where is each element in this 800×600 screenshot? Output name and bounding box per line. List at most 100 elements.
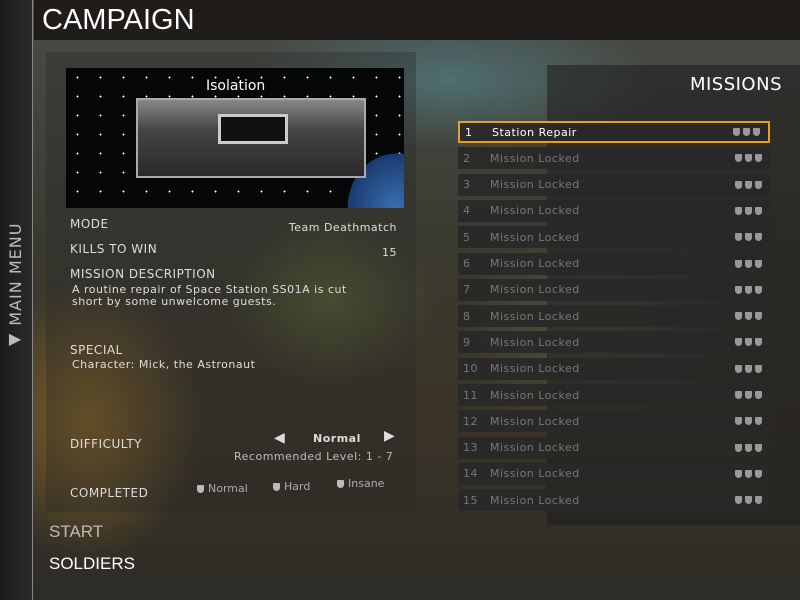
shield-icon <box>745 417 752 426</box>
shield-icon <box>745 206 752 215</box>
mission-number: 8 <box>463 309 471 323</box>
mission-item[interactable]: 14 Mission Locked <box>458 462 770 485</box>
shield-icon <box>755 469 762 478</box>
shield-icon <box>755 180 762 189</box>
shield-icon <box>755 259 762 268</box>
shield-icon <box>745 496 752 505</box>
shield-icon <box>755 364 762 373</box>
missions-title: MISSIONS <box>689 74 782 95</box>
difficulty-value: Normal <box>313 432 361 445</box>
mission-name: Mission Locked <box>490 467 580 481</box>
difficulty-shields <box>735 469 770 478</box>
difficulty-shields <box>735 154 770 163</box>
shield-icon <box>745 364 752 373</box>
mission-item[interactable]: 5 Mission Locked <box>458 226 770 249</box>
kills-value: 15 <box>382 246 397 259</box>
difficulty-shields <box>735 338 770 347</box>
mission-name: Mission Locked <box>490 151 580 165</box>
shield-icon <box>745 391 752 399</box>
mission-item[interactable]: 4 Mission Locked <box>458 199 770 222</box>
mission-name: Mission Locked <box>490 388 580 402</box>
mission-item[interactable]: 7 Mission Locked <box>458 278 770 301</box>
mission-name: Mission Locked <box>490 178 580 192</box>
completed-hard: Hard <box>273 480 310 493</box>
mission-item[interactable]: 12 Mission Locked <box>458 410 770 433</box>
description-label: MISSION DESCRIPTION <box>70 267 216 281</box>
start-button[interactable]: START <box>49 522 103 542</box>
shield-icon <box>735 338 742 347</box>
shield-icon <box>745 233 752 242</box>
main-menu-sidebar[interactable]: ▶ MAIN MENU <box>0 0 33 600</box>
mission-item[interactable]: 1 Station Repair <box>458 121 770 143</box>
shield-icon <box>273 482 280 491</box>
shield-icon <box>735 180 742 189</box>
shield-icon <box>755 206 762 215</box>
mission-number: 9 <box>463 335 471 349</box>
shield-icon <box>745 312 752 321</box>
mission-number: 5 <box>463 230 471 244</box>
special-value: Character: Mick, the Astronaut <box>72 358 256 371</box>
mission-number: 14 <box>463 467 478 481</box>
mission-item[interactable]: 2 Mission Locked <box>458 147 770 170</box>
header-bar: CAMPAIGN <box>34 0 800 40</box>
completed-label: COMPLETED <box>70 486 149 500</box>
mission-name: Mission Locked <box>490 441 580 455</box>
difficulty-next-arrow-icon[interactable]: ▶ <box>384 428 395 444</box>
mission-number: 12 <box>463 414 478 428</box>
shield-icon <box>745 443 752 452</box>
completed-insane: Insane <box>337 477 384 490</box>
difficulty-shields <box>735 496 770 505</box>
mission-name: Mission Locked <box>490 493 580 507</box>
mission-item[interactable]: 9 Mission Locked <box>458 331 770 354</box>
shield-icon <box>735 312 742 321</box>
difficulty-shields <box>735 259 770 268</box>
shield-icon <box>755 312 762 321</box>
difficulty-shields <box>733 128 768 136</box>
shield-icon <box>735 417 742 426</box>
mission-item[interactable]: 15 Mission Locked <box>458 489 770 512</box>
difficulty-shields <box>735 206 770 215</box>
main-menu-button[interactable]: ▶ MAIN MENU <box>6 223 25 348</box>
shield-icon <box>735 154 742 163</box>
difficulty-shields <box>735 312 770 321</box>
mission-name: Mission Locked <box>490 204 580 218</box>
kills-label: KILLS TO WIN <box>70 242 158 256</box>
soldiers-button[interactable]: SOLDIERS <box>49 554 135 574</box>
shield-icon <box>197 484 204 493</box>
shield-icon <box>745 285 752 294</box>
shield-icon <box>755 443 762 452</box>
shield-icon <box>755 285 762 294</box>
shield-icon <box>755 233 762 242</box>
mission-item[interactable]: 13 Mission Locked <box>458 436 770 459</box>
mission-item[interactable]: 11 Mission Locked <box>458 384 770 406</box>
mission-name: Mission Locked <box>490 283 580 297</box>
mission-number: 11 <box>463 388 478 402</box>
mission-name: Mission Locked <box>490 362 580 376</box>
shield-icon <box>753 128 760 136</box>
mission-number: 3 <box>463 178 471 192</box>
completed-normal: Normal <box>197 482 248 495</box>
difficulty-shields <box>735 391 770 399</box>
shield-icon <box>735 285 742 294</box>
mission-name: Mission Locked <box>490 335 580 349</box>
mission-item[interactable]: 3 Mission Locked <box>458 173 770 196</box>
recommended-level: Recommended Level: 1 - 7 <box>234 450 394 463</box>
difficulty-prev-arrow-icon[interactable]: ◀ <box>274 430 285 446</box>
difficulty-shields <box>735 285 770 294</box>
mission-item[interactable]: 10 Mission Locked <box>458 357 770 380</box>
mission-name: Mission Locked <box>490 230 580 244</box>
shield-icon <box>735 391 742 399</box>
mission-item[interactable]: 8 Mission Locked <box>458 305 770 328</box>
mission-number: 6 <box>463 257 471 270</box>
difficulty-shields <box>735 417 770 426</box>
shield-icon <box>755 496 762 505</box>
shield-icon <box>735 259 742 268</box>
description-text: A routine repair of Space Station SS01A … <box>72 283 347 308</box>
mission-item[interactable]: 6 Mission Locked <box>458 252 770 275</box>
shield-icon <box>755 417 762 426</box>
difficulty-shields <box>735 364 770 373</box>
mission-name: Mission Locked <box>490 414 580 428</box>
shield-icon <box>755 154 762 163</box>
shield-icon <box>735 443 742 452</box>
mission-number: 1 <box>465 125 473 139</box>
